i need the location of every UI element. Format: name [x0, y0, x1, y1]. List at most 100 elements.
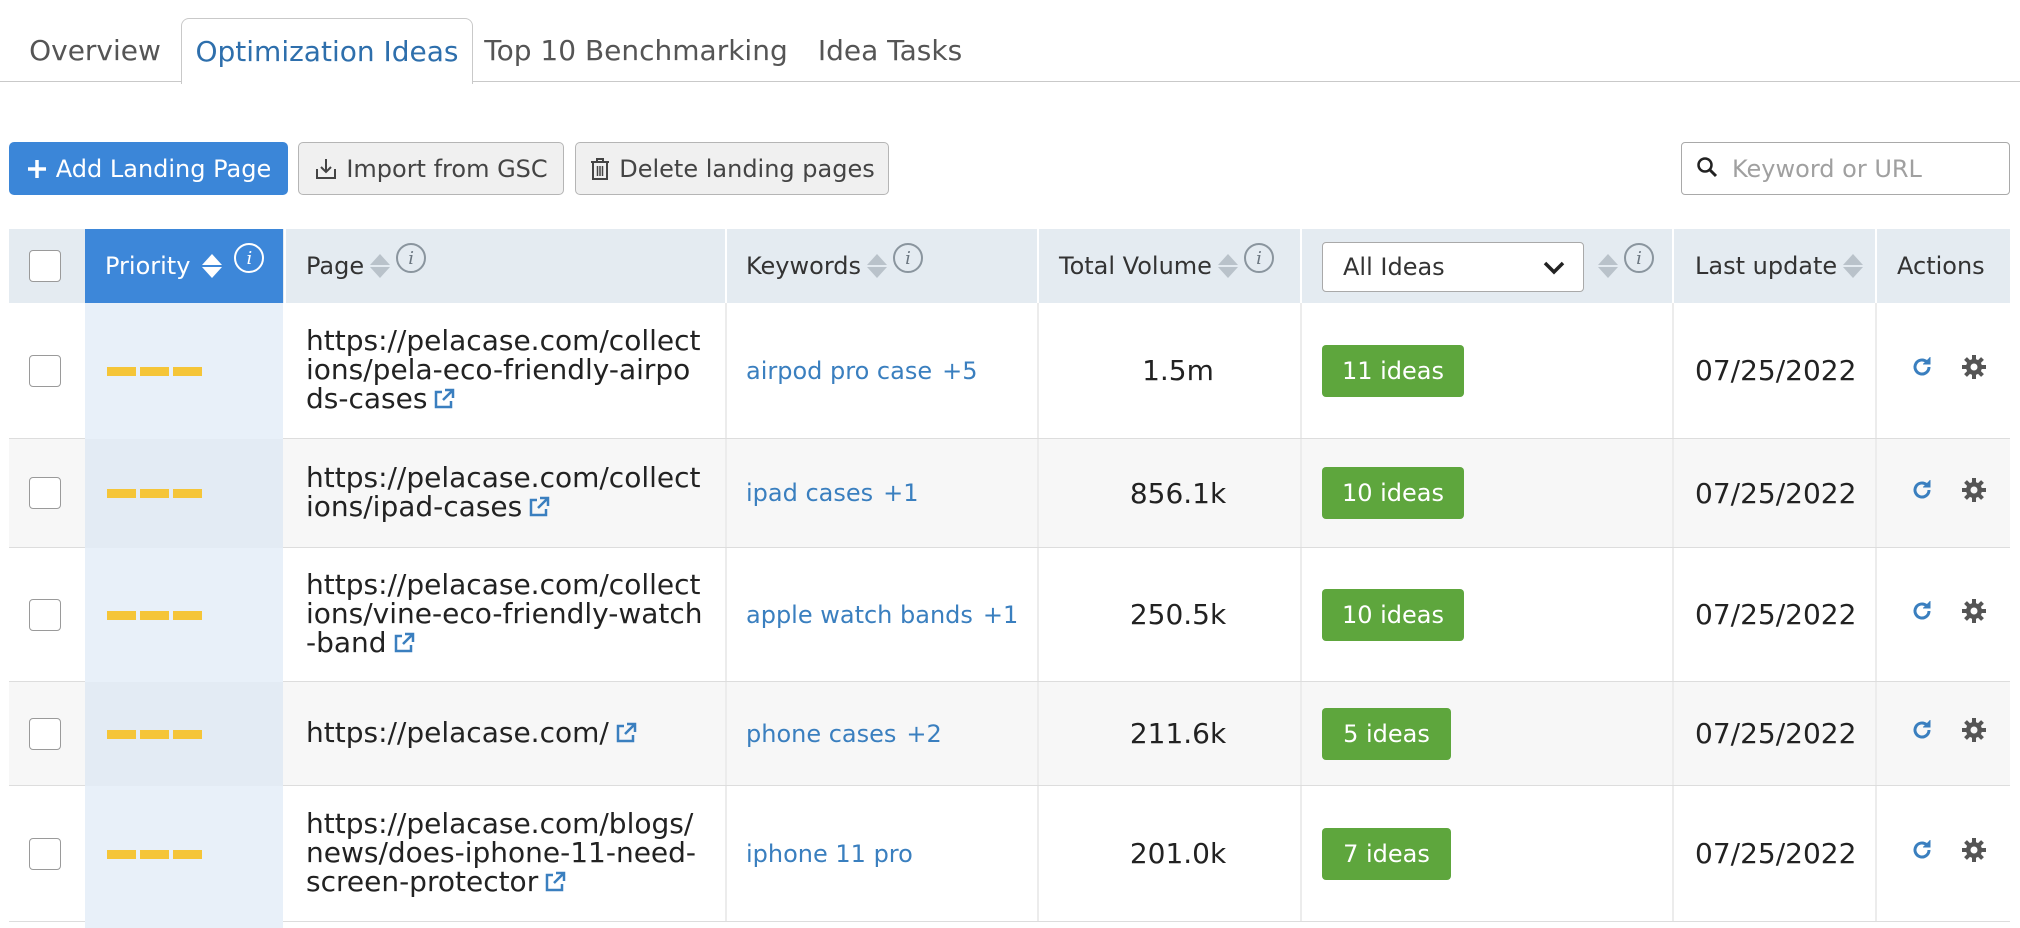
- header-keywords[interactable]: Keywords i: [746, 229, 924, 303]
- info-icon[interactable]: i: [1624, 243, 1654, 273]
- priority-bars: [107, 729, 202, 739]
- delete-landing-pages-button[interactable]: Delete landing pages: [575, 142, 889, 195]
- tab-top-10-benchmarking[interactable]: Top 10 Benchmarking: [480, 18, 792, 82]
- last-update-date: 07/25/2022: [1695, 476, 1857, 510]
- keyword-more[interactable]: +2: [906, 720, 941, 748]
- column-divider: [725, 229, 727, 303]
- info-icon[interactable]: i: [396, 243, 427, 273]
- header-total-volume-label: Total Volume: [1059, 252, 1212, 280]
- row-checkbox[interactable]: [29, 837, 61, 870]
- add-landing-page-button[interactable]: Add Landing Page: [9, 142, 288, 195]
- info-icon[interactable]: i: [234, 243, 265, 273]
- table-row: https://pelacase.com/ phone cases +2 211.…: [9, 682, 2010, 786]
- tab-overview[interactable]: Overview: [14, 18, 176, 82]
- table-row: https://pelacase.com/collections/vine-ec…: [9, 548, 2010, 682]
- last-update-date: 07/25/2022: [1695, 717, 1857, 750]
- header-page[interactable]: Page i: [306, 229, 427, 303]
- gear-icon[interactable]: [1961, 837, 1987, 870]
- sort-icon: [1843, 254, 1864, 278]
- header-last-update[interactable]: Last update: [1695, 229, 1864, 303]
- refresh-icon[interactable]: [1909, 837, 1935, 870]
- column-divider: [1875, 229, 1877, 303]
- page-url[interactable]: https://pelacase.com/collections/ipad-ca…: [306, 463, 706, 523]
- page-url[interactable]: https://pelacase.com/: [306, 718, 706, 749]
- download-icon: [314, 157, 338, 181]
- keyword-link[interactable]: iphone 11 pro: [746, 786, 913, 921]
- page-url[interactable]: https://pelacase.com/blogs/news/does-iph…: [306, 809, 706, 898]
- total-volume: 1.5m: [1142, 354, 1214, 387]
- gear-icon[interactable]: [1961, 354, 1987, 387]
- add-landing-page-label: Add Landing Page: [55, 154, 272, 183]
- search-box[interactable]: [1681, 142, 2010, 195]
- row-checkbox[interactable]: [29, 477, 61, 509]
- header-ideas-sort[interactable]: i: [1592, 229, 1654, 303]
- sort-icon: [1598, 254, 1618, 278]
- import-from-gsc-label: Import from GSC: [346, 154, 548, 183]
- select-all-cell: [29, 229, 61, 303]
- total-volume: 250.5k: [1129, 598, 1227, 631]
- keyword-more[interactable]: +5: [942, 357, 977, 385]
- keyword-link[interactable]: phone cases +2: [746, 682, 942, 785]
- external-link-icon[interactable]: [544, 869, 566, 898]
- last-update-date: 07/25/2022: [1695, 598, 1857, 631]
- tab-idea-tasks[interactable]: Idea Tasks: [800, 18, 980, 82]
- keyword-text: iphone 11 pro: [746, 839, 913, 868]
- table-row: https://pelacase.com/collections/ipad-ca…: [9, 439, 2010, 548]
- row-checkbox[interactable]: [29, 354, 61, 387]
- external-link-icon[interactable]: [615, 720, 637, 749]
- search-icon: [1696, 156, 1718, 182]
- table-row: https://pelacase.com/blogs/news/does-iph…: [9, 786, 2010, 922]
- keyword-text: ipad cases: [746, 479, 874, 507]
- column-divider: [1037, 229, 1039, 303]
- sort-icon: [867, 254, 888, 278]
- last-update-date: 07/25/2022: [1695, 354, 1857, 387]
- tab-optimization-ideas[interactable]: Optimization Ideas: [181, 18, 473, 84]
- priority-bars: [107, 610, 202, 620]
- refresh-icon[interactable]: [1909, 598, 1935, 631]
- search-input[interactable]: [1732, 154, 1992, 183]
- trash-icon: [589, 157, 611, 181]
- ideas-badge[interactable]: 7 ideas: [1322, 827, 1451, 880]
- priority-bars: [107, 489, 202, 498]
- total-volume: 211.6k: [1129, 717, 1227, 750]
- header-priority[interactable]: Priority i: [85, 229, 283, 303]
- header-last-update-label: Last update: [1695, 252, 1838, 280]
- last-update-date: 07/25/2022: [1695, 837, 1857, 870]
- header-page-label: Page: [306, 252, 365, 280]
- keyword-more[interactable]: +1: [983, 601, 1018, 629]
- priority-bars: [107, 849, 202, 859]
- ideas-badge[interactable]: 5 ideas: [1322, 707, 1451, 760]
- row-checkbox[interactable]: [29, 717, 61, 750]
- gear-icon[interactable]: [1961, 598, 1987, 631]
- row-checkbox[interactable]: [29, 598, 61, 631]
- refresh-icon[interactable]: [1909, 354, 1935, 387]
- select-all-checkbox[interactable]: [29, 250, 61, 282]
- external-link-icon[interactable]: [433, 386, 455, 415]
- plus-icon: [26, 158, 48, 180]
- keyword-link[interactable]: apple watch bands +1: [746, 548, 1018, 681]
- gear-icon[interactable]: [1961, 717, 1987, 750]
- keyword-link[interactable]: airpod pro case +5: [746, 303, 977, 438]
- refresh-icon[interactable]: [1909, 717, 1935, 750]
- ideas-badge[interactable]: 10 ideas: [1322, 588, 1464, 641]
- priority-cell: [85, 548, 283, 682]
- import-from-gsc-button[interactable]: Import from GSC: [298, 142, 564, 195]
- header-total-volume[interactable]: Total Volume i: [1059, 229, 1274, 303]
- external-link-icon[interactable]: [393, 630, 415, 659]
- info-icon[interactable]: i: [1243, 243, 1274, 273]
- keyword-link[interactable]: ipad cases +1: [746, 439, 919, 547]
- page-url[interactable]: https://pelacase.com/collections/pela-ec…: [306, 326, 706, 415]
- ideas-badge[interactable]: 10 ideas: [1322, 467, 1464, 519]
- info-icon[interactable]: i: [893, 243, 924, 273]
- ideas-badge[interactable]: 11 ideas: [1322, 344, 1464, 397]
- gear-icon[interactable]: [1961, 477, 1987, 510]
- page-url[interactable]: https://pelacase.com/collections/vine-ec…: [306, 570, 706, 659]
- keyword-text: phone cases: [746, 719, 897, 748]
- ideas-filter-dropdown[interactable]: All Ideas: [1322, 242, 1584, 292]
- external-link-icon[interactable]: [528, 494, 550, 523]
- keyword-more[interactable]: +1: [883, 479, 918, 507]
- header-actions-label: Actions: [1897, 252, 1985, 280]
- refresh-icon[interactable]: [1909, 477, 1935, 510]
- priority-cell: [85, 682, 283, 786]
- priority-cell: [85, 303, 283, 439]
